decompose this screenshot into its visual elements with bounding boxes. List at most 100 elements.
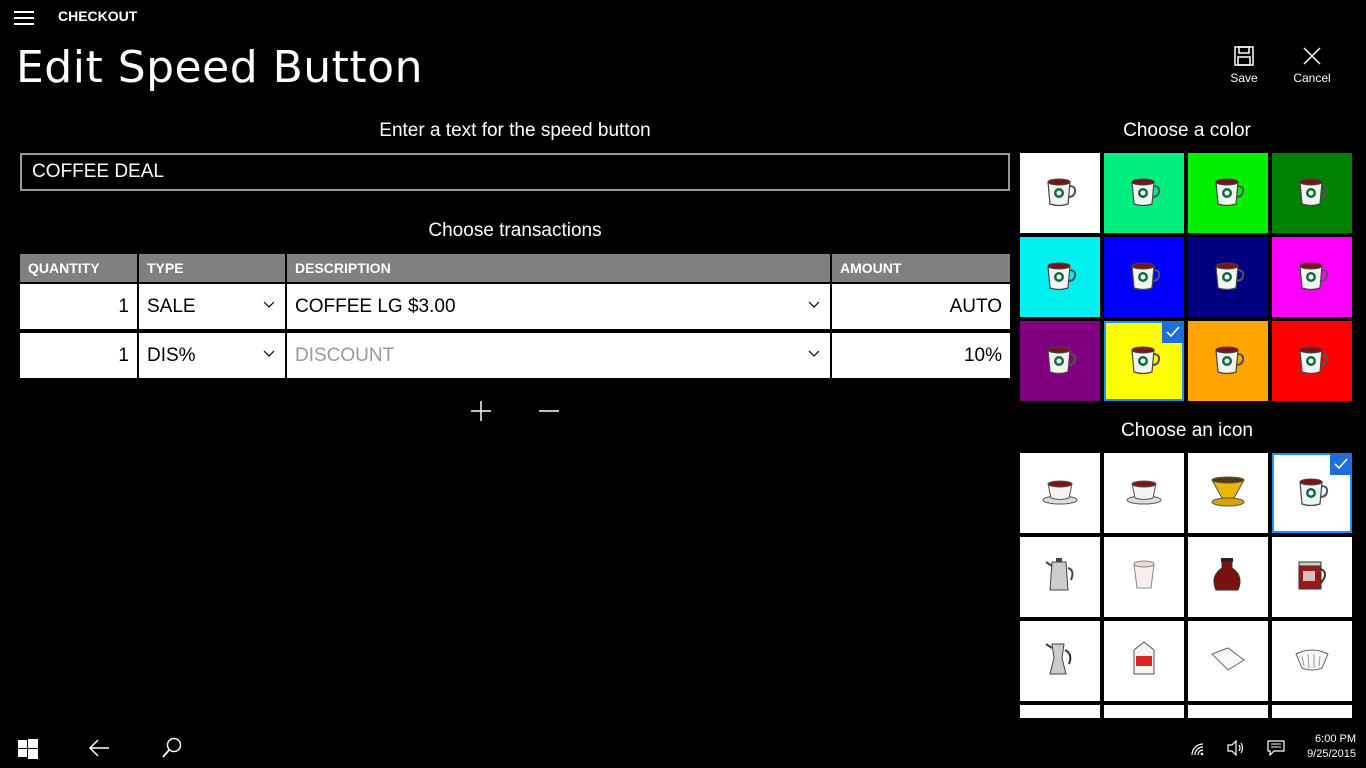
icon-option-coffee-pot[interactable] [1020, 537, 1100, 617]
icon-option-coffee-filter[interactable] [1188, 621, 1268, 701]
espresso-pot-icon [1043, 640, 1077, 682]
cancel-label: Cancel [1293, 71, 1331, 85]
description-select[interactable]: COFFEE LG $3.00 [287, 284, 832, 329]
chevron-down-icon [263, 301, 275, 308]
icon-option[interactable] [1104, 705, 1184, 718]
save-label: Save [1230, 71, 1258, 85]
mug-icon [1043, 258, 1077, 296]
type-value: DIS% [147, 344, 196, 366]
icon-option[interactable] [1020, 705, 1100, 718]
description-placeholder: DISCOUNT [295, 344, 395, 366]
checkmark-icon [1330, 453, 1352, 475]
windows-logo-icon [18, 739, 38, 759]
mug-icon [1211, 174, 1245, 212]
mug-icon [1295, 258, 1329, 296]
clock-date: 9/25/2015 [1307, 748, 1356, 760]
color-swatch[interactable] [1272, 237, 1352, 317]
column-amount: AMOUNT [840, 260, 902, 276]
wifi-icon[interactable] [1190, 741, 1206, 760]
mug-icon [1295, 342, 1329, 380]
mug-icon [1295, 474, 1329, 512]
icon-heading: Choose an icon [1120, 420, 1254, 441]
cup-saucer-icon [1124, 476, 1164, 510]
description-select[interactable]: DISCOUNT [287, 333, 832, 378]
transactions-table: QUANTITY TYPE DESCRIPTION AMOUNT 1 SALE … [20, 254, 1010, 380]
color-swatch[interactable] [1104, 321, 1184, 401]
add-transaction-button[interactable] [470, 400, 492, 422]
type-select[interactable]: SALE [139, 284, 287, 329]
mug-icon [1127, 342, 1161, 380]
mug-icon [1127, 258, 1161, 296]
filter-holder-icon [1208, 474, 1248, 512]
type-select[interactable]: DIS% [139, 333, 287, 378]
color-swatch[interactable] [1272, 153, 1352, 233]
column-type: TYPE [139, 254, 287, 282]
speed-button-text-input[interactable] [20, 153, 1010, 191]
icon-option-espresso-pot[interactable] [1020, 621, 1100, 701]
milk-carton-icon [1129, 640, 1159, 682]
color-swatch[interactable] [1188, 237, 1268, 317]
icon-option-cup-saucer[interactable] [1104, 453, 1184, 533]
taskbar: 6:00 PM 9/25/2015 [0, 728, 1366, 768]
back-button[interactable] [88, 738, 110, 762]
color-swatch[interactable] [1272, 321, 1352, 401]
icon-option-cup[interactable] [1104, 537, 1184, 617]
icon-option[interactable] [1188, 705, 1268, 718]
action-center-icon[interactable] [1267, 740, 1285, 760]
save-button[interactable]: Save [1214, 46, 1274, 85]
icon-option-carafe[interactable] [1188, 537, 1268, 617]
icon-option-filter-holder[interactable] [1188, 453, 1268, 533]
color-swatch[interactable] [1020, 237, 1100, 317]
quantity-input[interactable]: 1 [20, 333, 139, 378]
plus-icon [471, 401, 491, 421]
color-swatch[interactable] [1104, 237, 1184, 317]
amount-input[interactable]: 10% [832, 333, 1010, 378]
color-swatch[interactable] [1188, 153, 1268, 233]
description-value: COFFEE LG $3.00 [295, 295, 456, 317]
search-icon [162, 737, 182, 758]
column-description: DESCRIPTION [287, 254, 832, 282]
transactions-heading: Choose transactions [428, 220, 602, 241]
chevron-down-icon [808, 350, 820, 357]
icon-option-paper-filter[interactable] [1272, 621, 1352, 701]
color-picker-grid [1020, 153, 1352, 401]
color-swatch[interactable] [1020, 321, 1100, 401]
start-button[interactable] [18, 739, 38, 763]
coffee-maker-icon [1293, 557, 1331, 597]
carafe-icon [1210, 556, 1246, 598]
table-header: QUANTITY TYPE DESCRIPTION AMOUNT [20, 254, 1010, 282]
amount-input[interactable]: AUTO [832, 284, 1010, 329]
icon-option-cup-saucer[interactable] [1020, 453, 1100, 533]
cup-icon [1129, 558, 1159, 596]
clock-time: 6:00 PM [1315, 733, 1356, 745]
color-swatch[interactable] [1104, 153, 1184, 233]
search-button[interactable] [161, 737, 183, 763]
checkmark-icon [1162, 321, 1184, 343]
icon-option[interactable] [1272, 705, 1352, 718]
column-quantity: QUANTITY [20, 254, 139, 282]
icon-option-coffee-maker[interactable] [1272, 537, 1352, 617]
page-title: Edit Speed Button [16, 42, 423, 93]
remove-transaction-button[interactable] [538, 400, 560, 422]
minus-icon [539, 410, 559, 412]
close-icon [1303, 47, 1321, 65]
type-value: SALE [147, 295, 196, 317]
icon-option-milk-carton[interactable] [1104, 621, 1184, 701]
mug-icon [1295, 174, 1329, 212]
coffee-pot-icon [1043, 556, 1077, 598]
color-swatch[interactable] [1188, 321, 1268, 401]
volume-icon[interactable] [1227, 739, 1245, 760]
chevron-down-icon [263, 350, 275, 357]
cup-saucer-icon [1040, 476, 1080, 510]
hamburger-menu-icon[interactable] [14, 11, 34, 25]
mug-icon [1043, 342, 1077, 380]
mug-icon [1211, 258, 1245, 296]
color-swatch[interactable] [1020, 153, 1100, 233]
quantity-input[interactable]: 1 [20, 284, 139, 329]
system-clock[interactable]: 6:00 PM 9/25/2015 [1307, 732, 1356, 762]
table-row: 1 SALE COFFEE LG $3.00 AUTO [20, 284, 1010, 331]
mug-icon [1211, 342, 1245, 380]
paper-filter-icon [1292, 644, 1332, 678]
icon-option-mug[interactable] [1272, 453, 1352, 533]
cancel-button[interactable]: Cancel [1282, 46, 1342, 85]
